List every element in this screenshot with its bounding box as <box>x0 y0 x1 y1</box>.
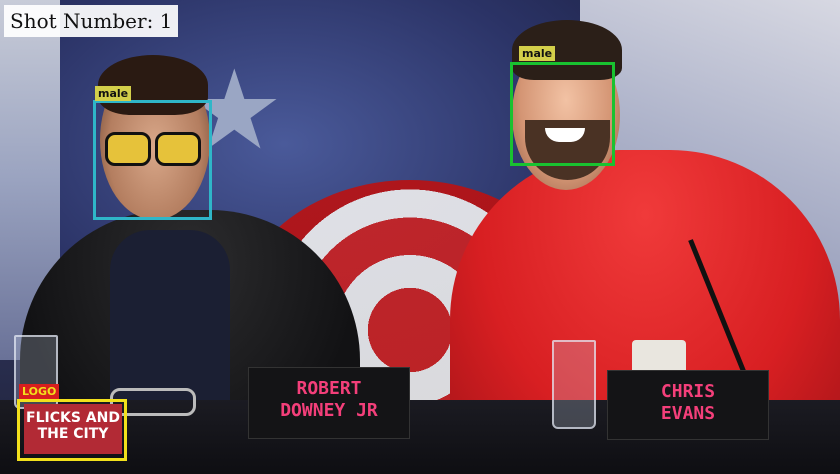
nameplate-right-line2: EVANS <box>660 403 716 424</box>
detection-label-logo: LOGO <box>19 384 60 399</box>
nameplate-left-line2: DOWNEY JR <box>280 400 378 421</box>
nameplate-right-line1: CHRIS <box>660 381 716 402</box>
shot-number-label: Shot Number: 1 <box>4 5 179 37</box>
detection-box-logo <box>17 399 127 461</box>
detection-label-face-left: male <box>95 86 132 101</box>
nameplate-left-line1: ROBERT <box>296 378 362 399</box>
detection-label-face-right: male <box>519 46 556 61</box>
water-glass-right <box>552 340 596 429</box>
nameplate-left: ROBERT DOWNEY JR <box>248 367 410 439</box>
detection-box-face-left <box>93 100 212 220</box>
detection-box-face-right <box>510 62 615 166</box>
video-frame: ★ ROBERT DOWNEY JR CHRIS EVANS FLICKS AN… <box>0 0 840 474</box>
nameplate-right: CHRIS EVANS <box>607 370 769 440</box>
